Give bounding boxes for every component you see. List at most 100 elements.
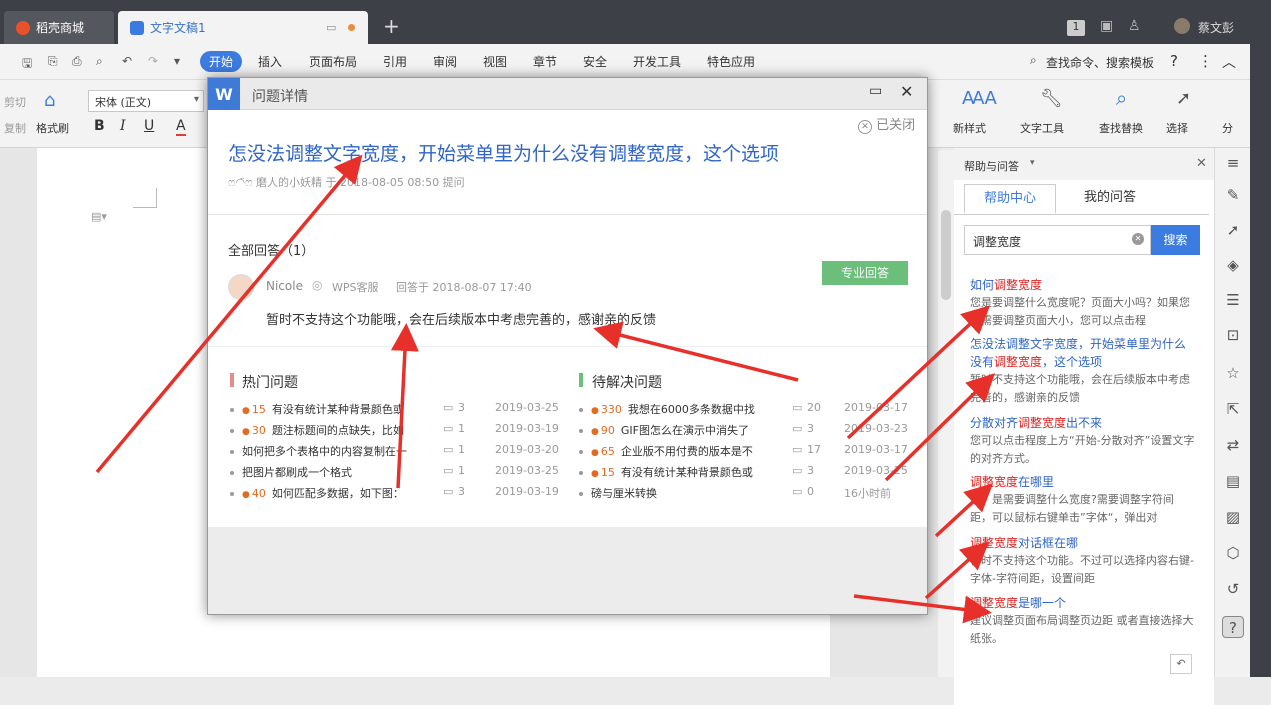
shapes-icon[interactable]: ◈ bbox=[1224, 256, 1242, 274]
question-text[interactable]: GIF图怎么在演示中消失了 bbox=[621, 424, 749, 437]
question-row[interactable]: ● 90 GIF图怎么在演示中消失了 bbox=[579, 422, 749, 438]
question-row[interactable]: 磅与厘米转换 bbox=[579, 485, 657, 501]
user-name[interactable]: 蔡文彭 bbox=[1198, 19, 1234, 36]
question-text[interactable]: 我想在6000多条数据中找 bbox=[628, 403, 755, 416]
question-text[interactable]: 企业版不用付费的版本是不 bbox=[621, 445, 753, 458]
question-row[interactable]: ● 15 有没有统计某种背景颜色或 bbox=[579, 464, 753, 480]
question-text[interactable]: 题注标题间的点缺失，比如 bbox=[272, 424, 404, 437]
question-row[interactable]: ● 15 有没有统计某种背景颜色或 bbox=[230, 401, 404, 417]
format-painter-button[interactable]: 格式刷 bbox=[36, 120, 69, 136]
search-input[interactable]: 调整宽度 ✕ bbox=[964, 225, 1151, 255]
image-icon[interactable]: ▨ bbox=[1224, 508, 1242, 526]
paragraph-icon[interactable]: ▤▾ bbox=[91, 210, 107, 223]
undo-icon[interactable]: ↶ bbox=[122, 54, 132, 68]
more-icon[interactable]: ⋮ bbox=[1198, 52, 1213, 70]
cursor-icon[interactable]: ➚ bbox=[1224, 221, 1242, 239]
tab-start[interactable]: 开始 bbox=[200, 51, 243, 72]
question-row[interactable]: ● 30 题注标题间的点缺失，比如 bbox=[230, 422, 404, 438]
question-row[interactable]: ● 330 我想在6000多条数据中找 bbox=[579, 401, 755, 417]
help-result-title[interactable]: 调整宽度是哪一个 bbox=[970, 594, 1195, 612]
shield-icon[interactable]: ⬡ bbox=[1224, 544, 1242, 562]
help-panel-title[interactable]: 帮助与问答 bbox=[964, 158, 1019, 174]
search-button[interactable]: 搜索 bbox=[1151, 225, 1200, 255]
collapse-ribbon-icon[interactable]: ︿ bbox=[1222, 52, 1236, 72]
unsaved-dot-icon[interactable] bbox=[348, 24, 355, 31]
maximize-icon[interactable]: ▭ bbox=[869, 83, 882, 99]
clear-icon[interactable]: ✕ bbox=[1132, 233, 1144, 245]
tab-review[interactable]: 审阅 bbox=[433, 53, 457, 70]
help-result-title[interactable]: 调整宽度在哪里 bbox=[970, 473, 1195, 491]
cursor-icon[interactable]: ➚ bbox=[1176, 88, 1191, 109]
redo-icon[interactable]: ↷ bbox=[148, 54, 158, 68]
select-button[interactable]: 选择 bbox=[1166, 120, 1188, 136]
more-button[interactable]: 分 bbox=[1222, 120, 1233, 136]
question-text[interactable]: 如何匹配多数据，如下图： bbox=[272, 487, 404, 500]
help-icon[interactable]: ? bbox=[1222, 616, 1244, 638]
text-tools-button[interactable]: 文字工具 bbox=[1020, 120, 1064, 136]
shirt-icon[interactable]: ♙ bbox=[1128, 18, 1141, 34]
menu-icon[interactable]: ≡ bbox=[1224, 154, 1242, 172]
question-text[interactable]: 如何把多个表格中的内容复制在一 bbox=[242, 445, 407, 458]
question-row[interactable]: 把图片都刷成一个格式 bbox=[230, 464, 352, 480]
share-icon[interactable]: ⇱ bbox=[1224, 400, 1242, 418]
new-style-button[interactable]: 新样式 bbox=[953, 120, 986, 136]
brush-icon[interactable]: ⌂ bbox=[44, 90, 55, 111]
image-search-icon[interactable]: ⊡ bbox=[1224, 326, 1242, 344]
history-icon[interactable]: ↺ bbox=[1224, 580, 1242, 598]
tab-my-questions[interactable]: 我的问答 bbox=[1064, 184, 1156, 214]
search-icon[interactable]: ⌕ bbox=[1030, 53, 1037, 68]
skin-icon[interactable]: ▣ bbox=[1100, 18, 1113, 34]
sliders-icon[interactable]: ☰ bbox=[1224, 291, 1242, 309]
question-row[interactable]: 如何把多个表格中的内容复制在一 bbox=[230, 443, 407, 459]
translate-icon[interactable]: ⇄ bbox=[1224, 436, 1242, 454]
archive-icon[interactable]: ▤ bbox=[1224, 472, 1242, 490]
cut-button[interactable]: 剪切 bbox=[4, 94, 26, 110]
chevron-down-icon[interactable]: ▾ bbox=[174, 54, 180, 68]
help-result-title[interactable]: 分散对齐调整宽度出不来 bbox=[970, 414, 1195, 432]
pen-icon[interactable]: ✎ bbox=[1224, 186, 1242, 204]
tab-chapter[interactable]: 章节 bbox=[533, 53, 557, 70]
question-text[interactable]: 有没有统计某种背景颜色或 bbox=[621, 466, 753, 479]
tab-insert[interactable]: 插入 bbox=[258, 53, 282, 70]
tab-document[interactable]: 文字文稿1 ▭ bbox=[118, 11, 368, 44]
question-text[interactable]: 磅与厘米转换 bbox=[591, 487, 657, 500]
wrench-icon[interactable]: 🔧︎ bbox=[1040, 88, 1063, 109]
help-icon[interactable]: ? bbox=[1170, 52, 1178, 70]
monitor-icon[interactable]: ▭ bbox=[326, 21, 336, 34]
underline-button[interactable]: U bbox=[144, 118, 154, 134]
refresh-icon[interactable]: ↶ bbox=[1170, 654, 1192, 674]
tab-developer[interactable]: 开发工具 bbox=[633, 53, 681, 70]
italic-button[interactable]: I bbox=[120, 118, 126, 134]
new-tab-button[interactable]: + bbox=[383, 14, 400, 38]
tab-help-center[interactable]: 帮助中心 bbox=[964, 184, 1056, 214]
tab-daoke-store[interactable]: 稻壳商城 bbox=[4, 11, 114, 44]
find-replace-button[interactable]: 查找替换 bbox=[1099, 120, 1143, 136]
close-icon[interactable]: ✕ bbox=[1196, 156, 1207, 171]
help-result-title[interactable]: 怎没法调整文字宽度，开始菜单里为什么没有调整宽度，这个选项 bbox=[970, 335, 1195, 371]
doc-scrollbar[interactable] bbox=[938, 150, 954, 677]
question-row[interactable]: ● 65 企业版不用付费的版本是不 bbox=[579, 443, 753, 459]
styles-icon[interactable]: ꜲA bbox=[962, 88, 997, 109]
copy-button[interactable]: 复制 bbox=[4, 120, 26, 136]
question-row[interactable]: ● 40 如何匹配多数据，如下图： bbox=[230, 485, 404, 501]
font-color-button[interactable]: A bbox=[176, 118, 186, 136]
command-search[interactable]: 查找命令、搜索模板 bbox=[1046, 54, 1154, 71]
tab-page-layout[interactable]: 页面布局 bbox=[309, 53, 357, 70]
tab-view[interactable]: 视图 bbox=[483, 53, 507, 70]
scroll-thumb[interactable] bbox=[941, 210, 951, 300]
question-text[interactable]: 有没有统计某种背景颜色或 bbox=[272, 403, 404, 416]
magnifier-icon[interactable]: ⌕ bbox=[1116, 86, 1127, 110]
bold-button[interactable]: B bbox=[94, 118, 105, 134]
print-icon[interactable]: ⎙ bbox=[72, 54, 82, 69]
tab-references[interactable]: 引用 bbox=[383, 53, 407, 70]
save-icon[interactable]: 🖫 bbox=[22, 54, 32, 75]
export-icon[interactable]: ⎘ bbox=[48, 54, 58, 69]
tab-security[interactable]: 安全 bbox=[583, 53, 607, 70]
star-icon[interactable]: ☆ bbox=[1224, 364, 1242, 382]
tab-special[interactable]: 特色应用 bbox=[707, 53, 755, 70]
preview-icon[interactable]: ⌕ bbox=[96, 54, 103, 69]
question-text[interactable]: 把图片都刷成一个格式 bbox=[242, 466, 352, 479]
avatar[interactable] bbox=[1174, 18, 1190, 34]
font-select[interactable]: 宋体 (正文) ▾ bbox=[88, 90, 204, 112]
window-count-badge[interactable]: 1 bbox=[1067, 20, 1085, 36]
